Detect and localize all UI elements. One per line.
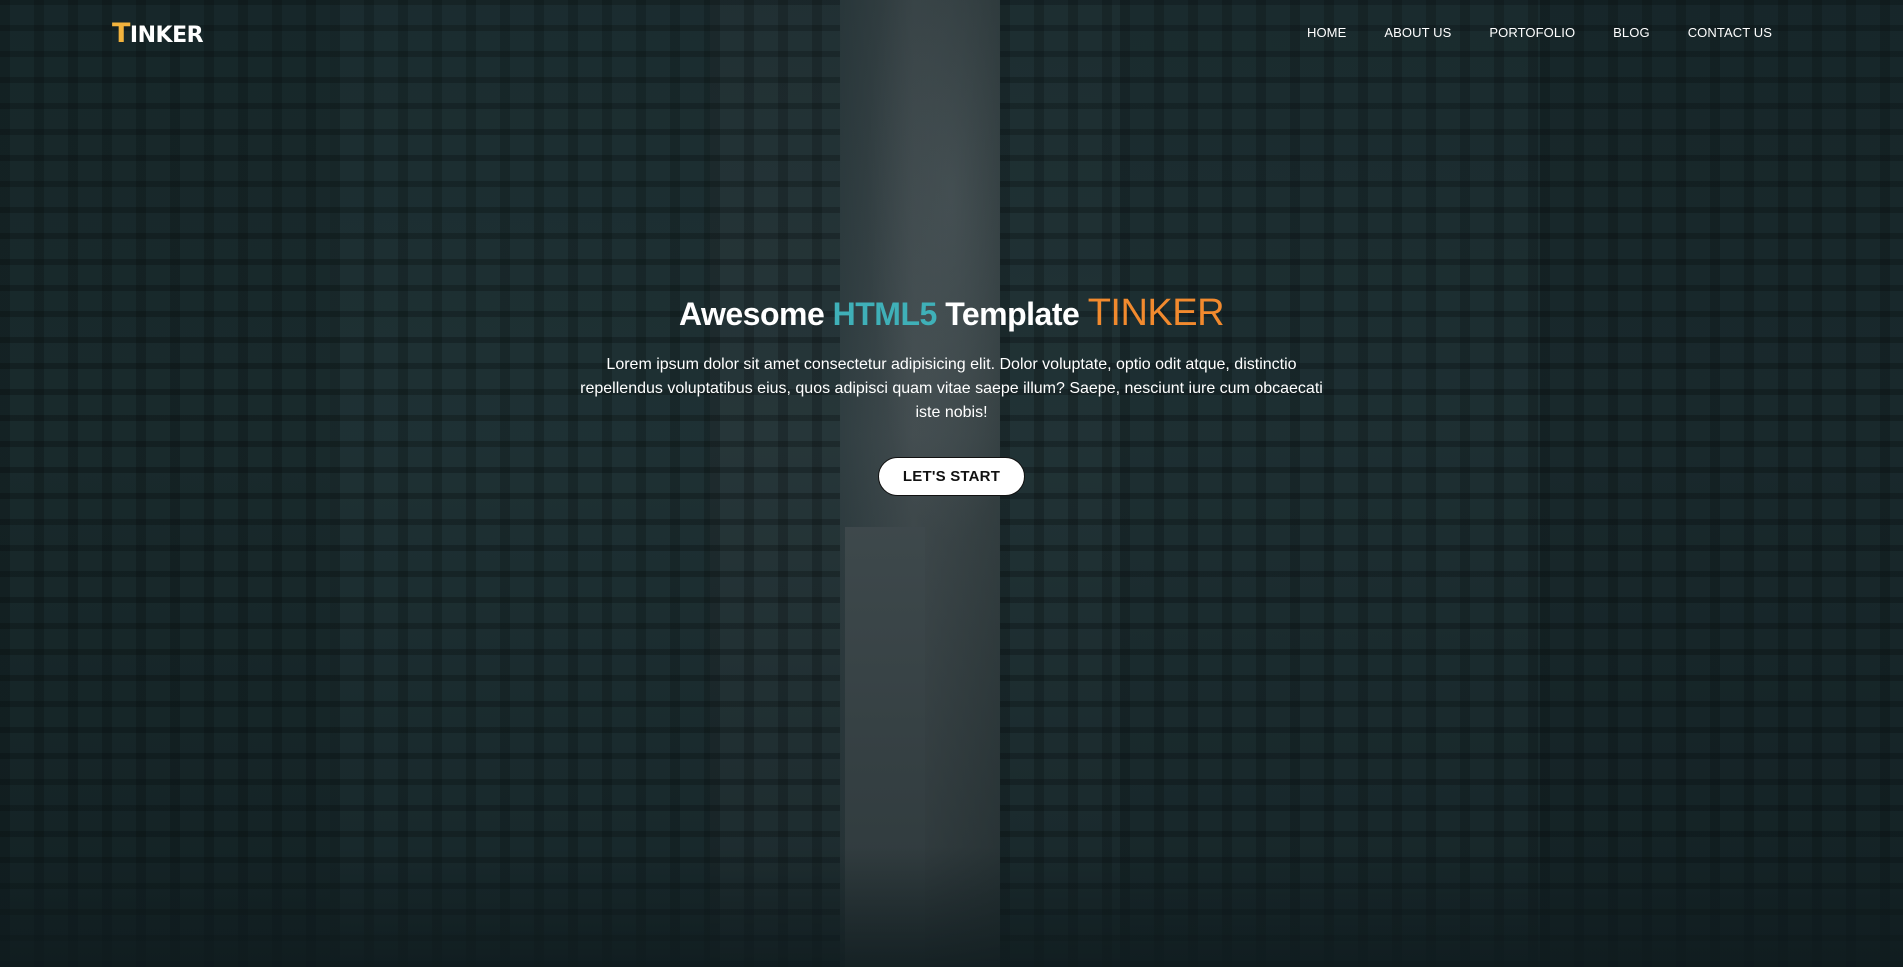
main-nav: HOME ABOUT US PORTOFOLIO BLOG CONTACT US xyxy=(1269,25,1772,40)
logo-initial: T xyxy=(112,18,130,49)
nav-item-about-us[interactable]: ABOUT US xyxy=(1384,25,1451,40)
nav-item-contact-us[interactable]: CONTACT US xyxy=(1688,25,1772,40)
nav-item-portofolio[interactable]: PORTOFOLIO xyxy=(1489,25,1575,40)
nav-item-blog[interactable]: BLOG xyxy=(1613,25,1650,40)
nav-item-home[interactable]: HOME xyxy=(1307,25,1346,40)
headline-template: Template xyxy=(945,296,1080,332)
headline-html5: HTML5 xyxy=(832,296,938,332)
logo-text: INKER xyxy=(129,23,204,48)
lets-start-button[interactable]: LET'S START xyxy=(877,457,1026,496)
headline-tinker: TINKER xyxy=(1087,292,1225,334)
headline-awesome: Awesome xyxy=(678,296,825,332)
hero-headline: Awesome HTML5 Template TINKER xyxy=(0,292,1903,335)
hero-section: TINKER HOME ABOUT US PORTOFOLIO BLOG CON… xyxy=(0,0,1903,967)
hero-content: Awesome HTML5 Template TINKER Lorem ipsu… xyxy=(0,292,1903,496)
hero-paragraph: Lorem ipsum dolor sit amet consectetur a… xyxy=(580,356,1323,421)
top-navbar: TINKER HOME ABOUT US PORTOFOLIO BLOG CON… xyxy=(0,0,1903,68)
site-logo[interactable]: TINKER xyxy=(112,18,204,49)
